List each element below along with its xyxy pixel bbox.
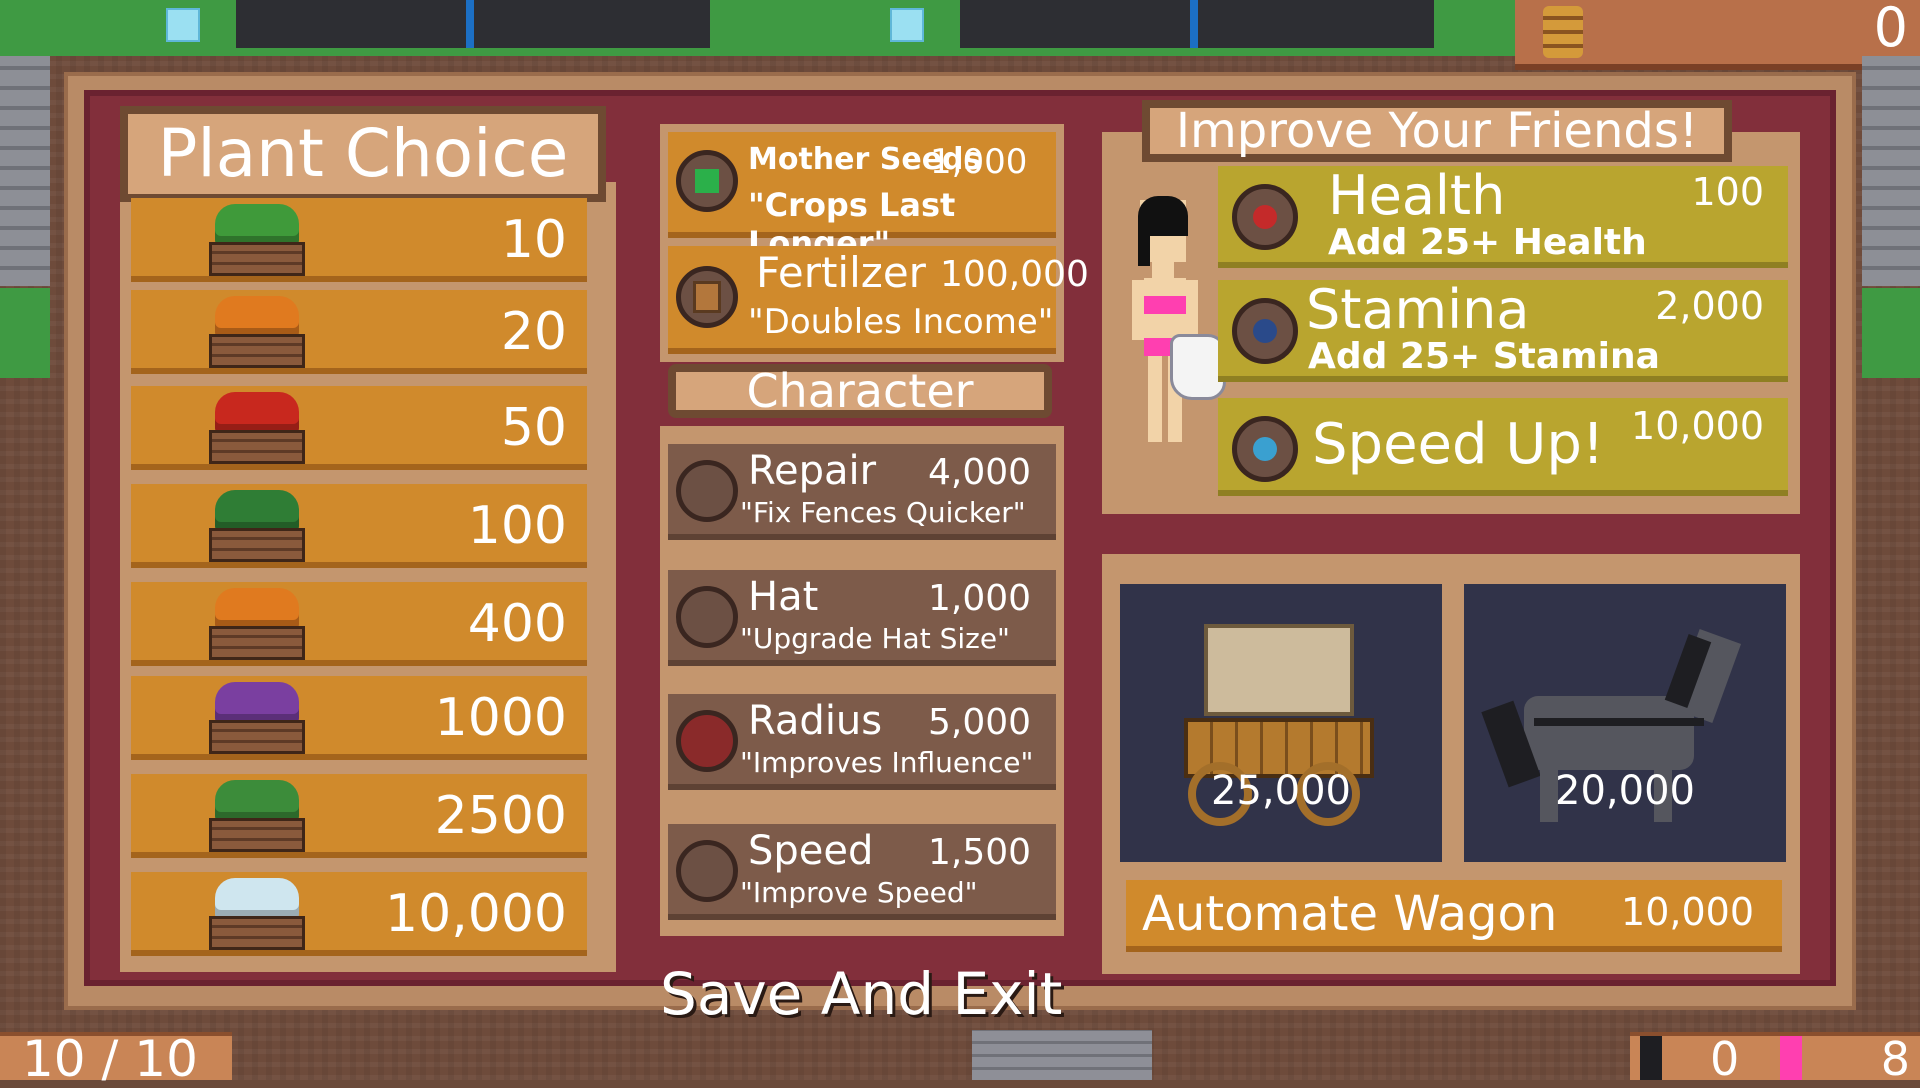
character-upgrade-hat[interactable]: Hat 1,000 "Upgrade Hat Size" [668, 570, 1056, 666]
stone-wall-left [0, 56, 50, 286]
coin-stack-icon [1543, 6, 1583, 58]
upgrade-description: "Upgrade Hat Size" [740, 622, 1010, 655]
friend-upgrade-description: Add 25+ Stamina [1308, 336, 1660, 377]
plant-option-4[interactable]: 100 [131, 484, 587, 568]
friend-count: 8 [1880, 1032, 1910, 1086]
automate-wagon-price: 10,000 [1621, 890, 1754, 934]
friend-upgrade-3[interactable]: Speed Up! 10,000 [1218, 398, 1788, 496]
upgrade-name: Fertilzer [756, 248, 926, 297]
friend-upgrade-name: Health [1328, 164, 1506, 227]
friend-icon [1780, 1036, 1802, 1080]
plant-option-7[interactable]: 2500 [131, 774, 587, 858]
seed-icon [676, 150, 738, 212]
worker-count: 0 [1710, 1032, 1740, 1086]
plant-option-5[interactable]: 400 [131, 582, 587, 666]
friend-character-sprite [1128, 196, 1198, 446]
plant-price: 100 [467, 496, 567, 556]
horse-card[interactable]: 20,000 [1464, 584, 1786, 862]
plant-option-6[interactable]: 1000 [131, 676, 587, 760]
friend-upgrade-price: 100 [1691, 170, 1764, 214]
plant-price: 20 [500, 302, 567, 362]
friend-upgrade-price: 10,000 [1631, 404, 1764, 448]
plant-price: 2500 [434, 786, 567, 846]
plant-price: 1000 [434, 688, 567, 748]
population-display: 0 8 [1630, 1032, 1920, 1086]
drop-icon [1232, 298, 1298, 364]
water-icon [166, 8, 200, 42]
grass-left [0, 288, 50, 378]
plant-price: 400 [467, 594, 567, 654]
upgrade-price: 100,000 [940, 254, 1089, 295]
hud-bar-marker [1190, 0, 1198, 48]
plant-price: 50 [500, 398, 567, 458]
save-and-exit-button[interactable]: Save And Exit [660, 960, 1080, 1030]
character-upgrade-repair[interactable]: Repair 4,000 "Fix Fences Quicker" [668, 444, 1056, 540]
hat-icon [676, 586, 738, 648]
upgrade-price: 1,000 [930, 142, 1028, 182]
plant-option-1[interactable]: 10 [131, 198, 587, 282]
cabbage-icon [209, 204, 305, 276]
wagon-price: 25,000 [1211, 768, 1351, 814]
ice-icon [890, 8, 924, 42]
automate-wagon-label: Automate Wagon [1142, 886, 1558, 942]
wagon-card[interactable]: 25,000 [1120, 584, 1442, 862]
stone-wall-right [1862, 56, 1920, 286]
coin-count: 0 [1873, 0, 1908, 59]
watermelon-icon [209, 780, 305, 852]
fertilizer-bag-icon [676, 266, 738, 328]
upgrade-name: Repair [748, 448, 877, 494]
plant-option-2[interactable]: 20 [131, 290, 587, 374]
mother-seeds-upgrade[interactable]: Mother Seeds 1,000 "Crops Last Longer" [668, 132, 1056, 262]
plant-option-3[interactable]: 50 [131, 386, 587, 470]
plant-choice-title: Plant Choice [120, 106, 606, 202]
hammer-icon [676, 460, 738, 522]
pumpkin-icon [209, 588, 305, 660]
character-title: Character [668, 364, 1052, 418]
worker-icon [1640, 1036, 1662, 1080]
friend-upgrade-2[interactable]: Stamina 2,000 Add 25+ Stamina [1218, 278, 1788, 382]
fertilizer-upgrade[interactable]: Fertilzer 100,000 "Doubles Income" [668, 246, 1089, 354]
friend-upgrade-1[interactable]: Health 100 Add 25+ Health [1218, 164, 1788, 268]
stone-path [972, 1030, 1152, 1080]
horse-price: 20,000 [1555, 768, 1695, 814]
friends-title: Improve Your Friends! [1142, 100, 1732, 162]
upgrade-price: 5,000 [928, 702, 1032, 743]
tomato-icon [209, 392, 305, 464]
plant-option-8[interactable]: 10,000 [131, 872, 587, 956]
upgrade-price: 1,000 [928, 578, 1032, 619]
arrow-icon [1232, 416, 1298, 482]
friend-upgrade-description: Add 25+ Health [1328, 222, 1647, 263]
upgrade-name: Speed [748, 828, 874, 874]
upgrade-description: "Doubles Income" [748, 302, 1054, 342]
upgrade-price: 4,000 [928, 452, 1032, 493]
character-upgrade-radius[interactable]: Radius 5,000 "Improves Influence" [668, 694, 1056, 790]
crystal-icon [209, 878, 305, 950]
grass-right [1862, 288, 1920, 378]
lives-display: 10 / 10 [0, 1030, 232, 1088]
eggplant-icon [209, 682, 305, 754]
automate-wagon-button[interactable]: Automate Wagon 10,000 [1126, 880, 1782, 952]
lives-count: 10 / 10 [22, 1030, 198, 1088]
carrot-icon [209, 296, 305, 368]
heart-icon [1232, 184, 1298, 250]
friend-upgrade-name: Speed Up! [1312, 412, 1605, 477]
friend-upgrade-name: Stamina [1306, 278, 1530, 341]
upgrade-description: "Improve Speed" [740, 876, 978, 909]
upgrade-name: Radius [748, 698, 883, 744]
boots-icon [676, 840, 738, 902]
upgrade-price: 1,500 [928, 832, 1032, 873]
upgrade-description: "Improves Influence" [740, 746, 1034, 779]
hud-bar-marker [466, 0, 474, 48]
upgrade-description: "Fix Fences Quicker" [740, 496, 1026, 529]
beet-icon [209, 490, 305, 562]
plant-price: 10 [500, 210, 567, 270]
radius-icon [676, 710, 738, 772]
upgrade-name: Hat [748, 574, 819, 620]
plant-price: 10,000 [385, 884, 567, 944]
friend-upgrade-price: 2,000 [1655, 284, 1764, 328]
character-upgrade-speed[interactable]: Speed 1,500 "Improve Speed" [668, 824, 1056, 920]
